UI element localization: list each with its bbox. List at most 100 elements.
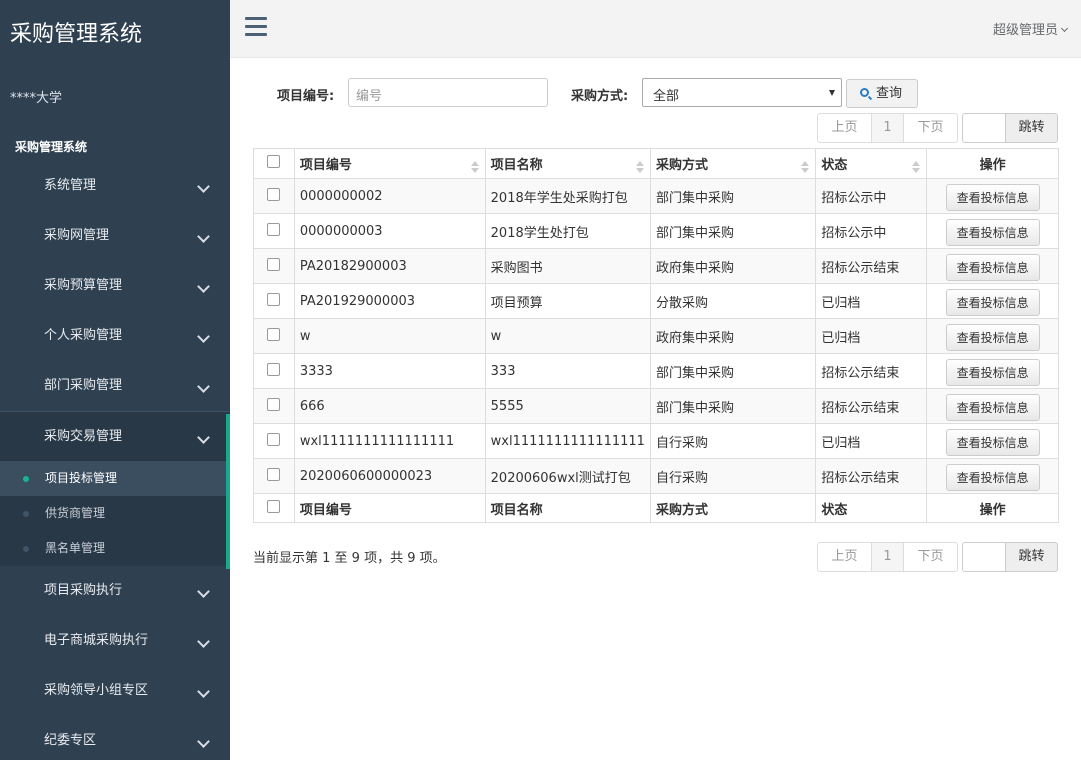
- project-no-label: 项目编号:: [277, 89, 335, 104]
- row-checkbox[interactable]: [267, 222, 281, 236]
- view-bids-button[interactable]: 查看投标信息: [945, 358, 1040, 386]
- cell-project-no: 666: [293, 388, 486, 424]
- view-bids-button[interactable]: 查看投标信息: [945, 463, 1040, 491]
- header-label: 状态: [821, 158, 848, 173]
- row-checkbox[interactable]: [267, 397, 281, 411]
- table-row: wxl1111111111111111 wxl1111111111111111 自行…: [253, 423, 1059, 459]
- search-icon: [860, 88, 869, 97]
- sidebar-subitem-supplier[interactable]: 供货商管理: [0, 496, 230, 531]
- chevron-down-icon: [197, 330, 210, 343]
- col-header-method[interactable]: 采购方式: [649, 148, 817, 179]
- menu-toggle-icon[interactable]: [245, 17, 267, 37]
- cell-status: 已归档: [815, 283, 928, 319]
- cell-project-no: 3333: [293, 353, 486, 389]
- jump-page-input[interactable]: [962, 542, 1006, 572]
- sidebar-item-execution[interactable]: 项目采购执行: [0, 566, 230, 616]
- view-bids-button[interactable]: 查看投标信息: [945, 288, 1040, 316]
- cell-method: 自行采购: [649, 423, 817, 459]
- chevron-down-icon: [197, 280, 210, 293]
- cell-project-no: PA20182900003: [293, 248, 486, 284]
- chevron-down-icon: [197, 431, 210, 444]
- cell-status: 招标公示结束: [815, 353, 928, 389]
- select-all-checkbox[interactable]: [267, 499, 281, 513]
- sidebar-subitem-label: 项目投标管理: [45, 471, 118, 485]
- header-label: 项目名称: [490, 158, 543, 173]
- row-checkbox-cell: [253, 423, 295, 459]
- sidebar-item-label: 部门采购管理: [44, 378, 123, 393]
- pager-bottom: 上页 1 下页: [817, 542, 958, 572]
- query-button-label: 查询: [876, 86, 903, 101]
- next-page-button[interactable]: 下页: [904, 114, 957, 142]
- project-no-input[interactable]: 编号: [348, 78, 548, 107]
- view-bids-button[interactable]: 查看投标信息: [945, 218, 1040, 246]
- col-header-project-name[interactable]: 项目名称: [484, 148, 651, 179]
- cell-status: 招标公示结束: [815, 248, 928, 284]
- cell-project-name: 5555: [484, 388, 651, 424]
- cell-project-no: PA201929000003: [293, 283, 486, 319]
- sidebar-item-personal[interactable]: 个人采购管理: [0, 311, 230, 361]
- row-checkbox[interactable]: [267, 257, 281, 271]
- col-footer-project-no: 项目编号: [293, 493, 486, 523]
- sidebar-item-leadership[interactable]: 采购领导小组专区: [0, 666, 230, 716]
- sidebar-item-label: 项目采购执行: [44, 583, 123, 598]
- sidebar-item-discipline[interactable]: 纪委专区: [0, 716, 230, 760]
- prev-page-button[interactable]: 上页: [818, 114, 872, 142]
- jump-page-input[interactable]: [962, 113, 1006, 143]
- row-checkbox-cell: [253, 178, 295, 214]
- sidebar: 采购管理系统 ****大学 采购管理系统 系统管理 采购网管理 采购预算管理 个…: [0, 0, 230, 760]
- sidebar-item-system[interactable]: 系统管理: [0, 161, 230, 211]
- user-menu[interactable]: 超级管理员: [993, 19, 1069, 38]
- method-select-value: 全部: [653, 89, 680, 104]
- view-bids-button[interactable]: 查看投标信息: [945, 393, 1040, 421]
- row-checkbox[interactable]: [267, 292, 281, 306]
- row-checkbox[interactable]: [267, 187, 281, 201]
- row-checkbox[interactable]: [267, 467, 281, 481]
- table-row: 2020060600000023 20200606wxl测试打包 自行采购 招标公示结…: [253, 458, 1059, 494]
- view-bids-button[interactable]: 查看投标信息: [945, 183, 1040, 211]
- prev-page-button[interactable]: 上页: [818, 543, 872, 571]
- row-checkbox[interactable]: [267, 362, 281, 376]
- select-all-checkbox-cell: [253, 493, 295, 523]
- sidebar-submenu: 项目投标管理 供货商管理 黑名单管理: [0, 461, 230, 566]
- cell-method: 分散采购: [649, 283, 817, 319]
- sidebar-item-transaction[interactable]: 采购交易管理: [0, 411, 230, 461]
- sidebar-item-department[interactable]: 部门采购管理: [0, 361, 230, 411]
- row-checkbox-cell: [253, 353, 295, 389]
- next-page-button[interactable]: 下页: [904, 543, 957, 571]
- bullet-icon: [23, 511, 29, 517]
- cell-method: 部门集中采购: [649, 178, 817, 214]
- sidebar-subitem-bidding[interactable]: 项目投标管理: [0, 461, 230, 496]
- cell-project-no: 0000000002: [293, 178, 486, 214]
- query-button[interactable]: 查询: [846, 79, 918, 108]
- action-cell: 查看投标信息: [926, 318, 1059, 354]
- sidebar-subitem-blacklist[interactable]: 黑名单管理: [0, 531, 230, 566]
- method-select[interactable]: 全部: [642, 78, 842, 107]
- table-row: PA20182900003 采购图书 政府集中采购 招标公示结束 查看投标信息: [253, 248, 1059, 284]
- row-checkbox[interactable]: [267, 327, 281, 341]
- row-checkbox-cell: [253, 458, 295, 494]
- sidebar-item-budget[interactable]: 采购预算管理: [0, 261, 230, 311]
- cell-status: 已归档: [815, 423, 928, 459]
- select-all-checkbox[interactable]: [267, 155, 281, 168]
- col-header-project-no[interactable]: 项目编号: [293, 148, 486, 179]
- page-number[interactable]: 1: [872, 114, 904, 142]
- col-footer-status: 状态: [815, 493, 928, 523]
- view-bids-button[interactable]: 查看投标信息: [945, 428, 1040, 456]
- col-header-status[interactable]: 状态: [815, 148, 928, 179]
- chevron-down-icon: [197, 635, 210, 648]
- header-label: 采购方式: [655, 158, 708, 173]
- view-bids-button[interactable]: 查看投标信息: [945, 253, 1040, 281]
- sidebar-item-label: 采购网管理: [44, 228, 110, 243]
- dropdown-arrow-icon: [829, 90, 835, 96]
- chevron-down-icon: [197, 585, 210, 598]
- view-bids-button[interactable]: 查看投标信息: [945, 323, 1040, 351]
- action-cell: 查看投标信息: [926, 248, 1059, 284]
- sidebar-item-label: 采购领导小组专区: [44, 683, 149, 698]
- jump-button[interactable]: 跳转: [1005, 113, 1058, 143]
- cell-project-name: 2018年学生处采购打包: [484, 178, 651, 214]
- sidebar-item-procurement-web[interactable]: 采购网管理: [0, 211, 230, 261]
- sidebar-item-emall[interactable]: 电子商城采购执行: [0, 616, 230, 666]
- row-checkbox[interactable]: [267, 432, 281, 446]
- jump-button[interactable]: 跳转: [1005, 542, 1058, 572]
- page-number[interactable]: 1: [872, 543, 904, 571]
